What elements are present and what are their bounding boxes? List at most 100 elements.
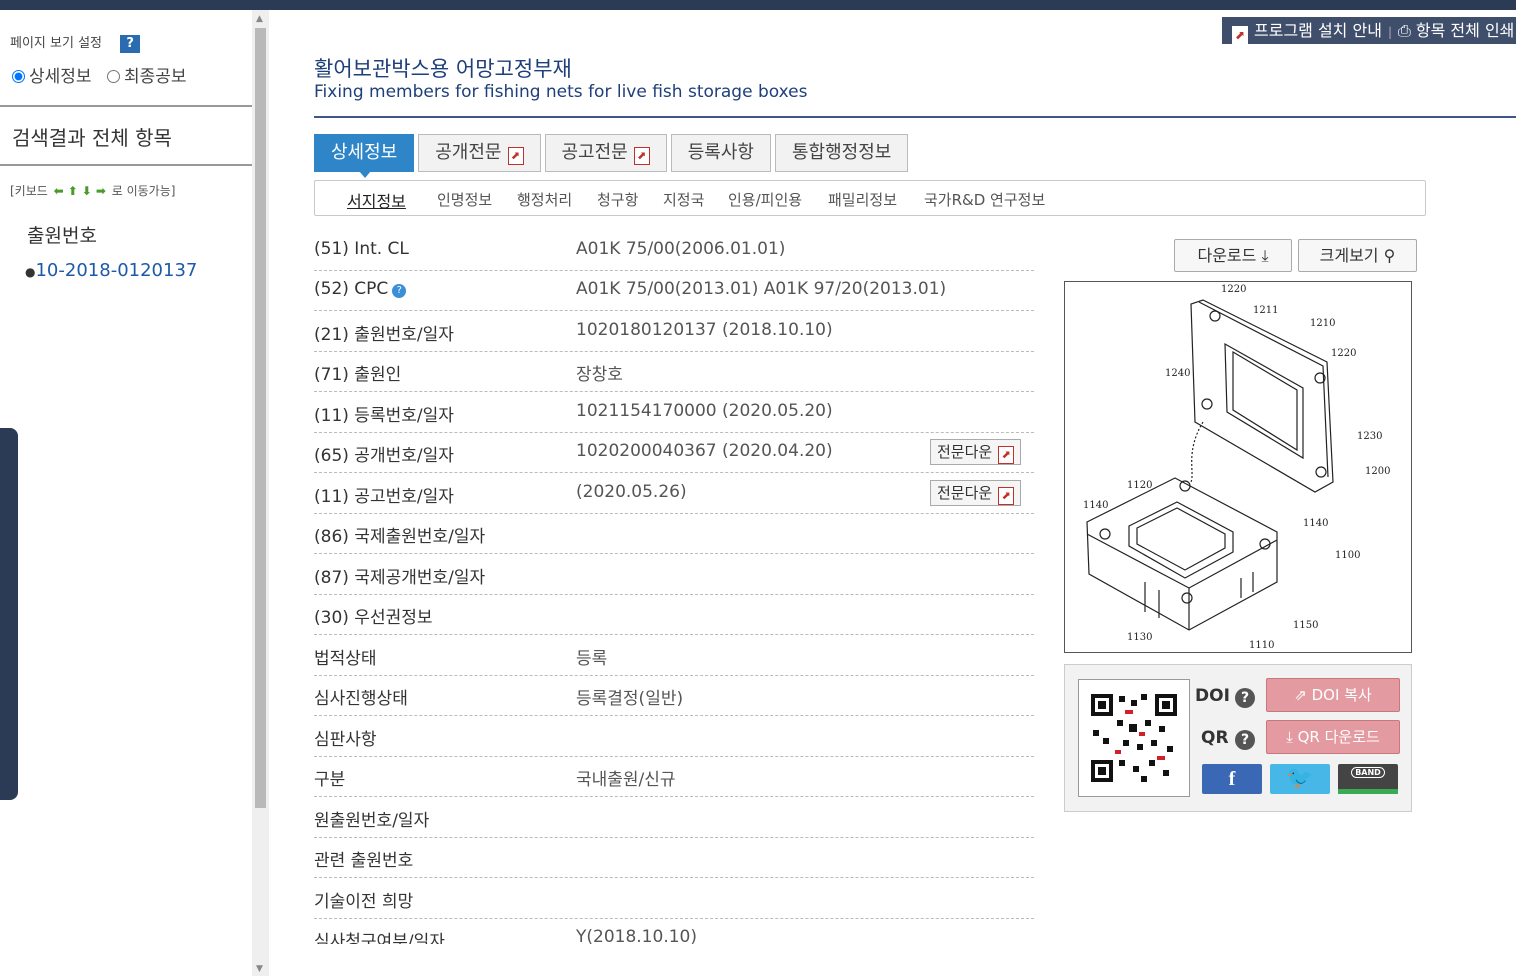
application-number-text: 10-2018-0120137 [35, 260, 198, 281]
doi-copy-button[interactable]: ⇗ DOI 복사 [1266, 678, 1400, 712]
full-download-label: 전문다운 [937, 443, 993, 461]
help-icon[interactable]: ? [1235, 688, 1255, 708]
keyboard-hint: [키보드 ⬅ ⬆ ⬇ ➡ 로 이동가능] [10, 182, 175, 199]
full-download-button[interactable]: 전문다운 ⬈ [930, 480, 1022, 506]
scroll-thumb[interactable] [255, 28, 266, 808]
qr-code-svg [1091, 694, 1177, 782]
patent-drawing[interactable]: 1220 1211 1210 1220 1240 1230 1200 1120 … [1064, 281, 1412, 653]
drawing-label: 1110 [1249, 640, 1274, 651]
print-all-button[interactable]: 항목 전체 인쇄 [1416, 21, 1515, 40]
full-download-button[interactable]: 전문다운 ⬈ [930, 439, 1022, 465]
band-share-button[interactable]: BAND [1338, 764, 1398, 794]
table-row: (51) Int. CL A01K 75/00(2006.01.01) [314, 230, 1034, 271]
row-label: (87) 국제공개번호/일자 [314, 568, 486, 588]
drawing-label: 1140 [1303, 518, 1328, 529]
twitter-share-button[interactable]: 🐦 [1270, 764, 1330, 794]
page-subtitle: Fixing members for fishing nets for live… [314, 82, 808, 102]
pdf-icon: ⬈ [1232, 26, 1248, 44]
doi-copy-label: DOI 복사 [1311, 686, 1372, 704]
arrow-right-icon: ➡ [95, 184, 106, 198]
pdf-icon: ⬈ [507, 147, 524, 165]
scroll-up-icon[interactable]: ▲ [256, 14, 263, 24]
subnav-admin[interactable]: 행정처리 [517, 189, 572, 210]
band-underline [1338, 789, 1398, 794]
radio-detail[interactable] [12, 70, 25, 83]
application-number-label: 출원번호 [27, 225, 97, 247]
radio-final-label: 최종공보 [123, 67, 187, 87]
scrollbar[interactable]: ▲ ▼ [252, 10, 269, 976]
row-value: 등록결정(일반) [576, 689, 684, 709]
facebook-share-button[interactable]: f [1202, 764, 1262, 794]
qr-download-button[interactable]: ⤓ QR 다운로드 [1266, 720, 1400, 754]
zoom-button[interactable]: 크게보기 ⚲ [1298, 239, 1417, 272]
tab-label: 상세정보 [331, 142, 398, 163]
full-download-label: 전문다운 [937, 484, 993, 502]
row-label: 원출원번호/일자 [314, 811, 430, 831]
row-label: 관련 출원번호 [314, 851, 414, 871]
row-value: A01K 75/00(2006.01.01) [576, 239, 786, 259]
row-label: (51) Int. CL [314, 239, 409, 259]
help-icon[interactable]: ? [1235, 730, 1255, 750]
table-row: 기술이전 희망 [314, 878, 1034, 919]
download-button[interactable]: 다운로드 ⤓ [1174, 239, 1292, 272]
help-icon[interactable]: ? [392, 284, 407, 298]
application-number-link[interactable]: ●10-2018-0120137 [25, 260, 197, 281]
subnav-designated[interactable]: 지정국 [663, 189, 704, 210]
subnav-citations[interactable]: 인용/피인용 [728, 189, 802, 210]
subnav-family[interactable]: 패밀리정보 [828, 189, 897, 210]
divider [0, 164, 252, 166]
drawing-label: 1230 [1357, 431, 1382, 442]
row-label: 법적상태 [314, 649, 377, 669]
drawing-label: 1150 [1293, 620, 1318, 631]
bullet-icon: ● [25, 265, 36, 279]
divider [0, 105, 252, 107]
subnav-rnd[interactable]: 국가R&D 연구정보 [924, 189, 1045, 210]
tab-label: 공고전문 [561, 142, 628, 163]
row-value: 국내출원/신규 [576, 770, 676, 790]
tab-registration[interactable]: 등록사항 [670, 134, 771, 172]
sub-navigation: 서지정보 인명정보 행정처리 청구항 지정국 인용/피인용 패밀리정보 국가R&… [314, 180, 1426, 216]
scroll-down-icon[interactable]: ▼ [256, 964, 263, 974]
keyboard-hint-suffix: 로 이동가능] [111, 184, 176, 198]
search-icon: ⚲ [1383, 246, 1396, 265]
table-row: (87) 국제공개번호/일자 [314, 554, 1034, 595]
table-row: 심사진행상태 등록결정(일반) [314, 675, 1034, 716]
drawing-label: 1200 [1365, 466, 1390, 477]
row-label: (11) 등록번호/일자 [314, 406, 454, 426]
top-bar [0, 0, 1516, 10]
row-label: (86) 국제출원번호/일자 [314, 527, 486, 547]
table-row: (11) 등록번호/일자 1021154170000 (2020.05.20) [314, 392, 1034, 433]
download-label: 다운로드 [1197, 246, 1257, 265]
tab-label: 공개전문 [435, 142, 502, 163]
table-row: 심판사항 [314, 716, 1034, 757]
subnav-claims[interactable]: 청구항 [597, 189, 638, 210]
row-value: Y(2018.10.10) [576, 927, 697, 944]
row-label: (52) CPC? [314, 279, 407, 299]
result-title: 검색결과 전체 항목 [12, 126, 172, 150]
subnav-bibliographic[interactable]: 서지정보 [347, 188, 406, 212]
zoom-label: 크게보기 [1319, 246, 1379, 265]
tab-admin-info[interactable]: 통합행정정보 [775, 134, 909, 172]
view-setting-label: 페이지 보기 설정 [10, 36, 102, 51]
help-icon[interactable]: ? [120, 34, 141, 53]
radio-final[interactable] [106, 70, 120, 83]
row-value: A01K 75/00(2013.01) A01K 97/20(2013.01) [576, 279, 947, 299]
side-collapse-tab[interactable] [0, 428, 18, 800]
external-link-icon: ⇗ [1294, 686, 1307, 704]
install-guide-button[interactable]: 프로그램 설치 안내 [1254, 21, 1382, 40]
tab-announcement-full[interactable]: 공고전문 ⬈ [544, 134, 667, 172]
row-label-text: (52) CPC [314, 279, 389, 299]
download-icon: ⤓ [1286, 728, 1293, 746]
radio-final-option[interactable]: 최종공보 [106, 67, 187, 87]
tab-publication-full[interactable]: 공개전문 ⬈ [418, 134, 541, 172]
drawing-label: 1240 [1165, 368, 1190, 379]
tab-detail[interactable]: 상세정보 [314, 134, 415, 178]
drawing-label: 1120 [1127, 480, 1152, 491]
subnav-persons[interactable]: 인명정보 [437, 189, 492, 210]
drawing-label: 1220 [1331, 348, 1356, 359]
radio-detail-option[interactable]: 상세정보 [12, 67, 92, 87]
row-label: (21) 출원번호/일자 [314, 325, 454, 345]
row-value: (2020.05.26) [576, 482, 687, 502]
table-row: (21) 출원번호/일자 1020180120137 (2018.10.10) [314, 311, 1034, 352]
patent-drawing-svg: 1220 1211 1210 1220 1240 1230 1200 1120 … [1083, 284, 1390, 651]
